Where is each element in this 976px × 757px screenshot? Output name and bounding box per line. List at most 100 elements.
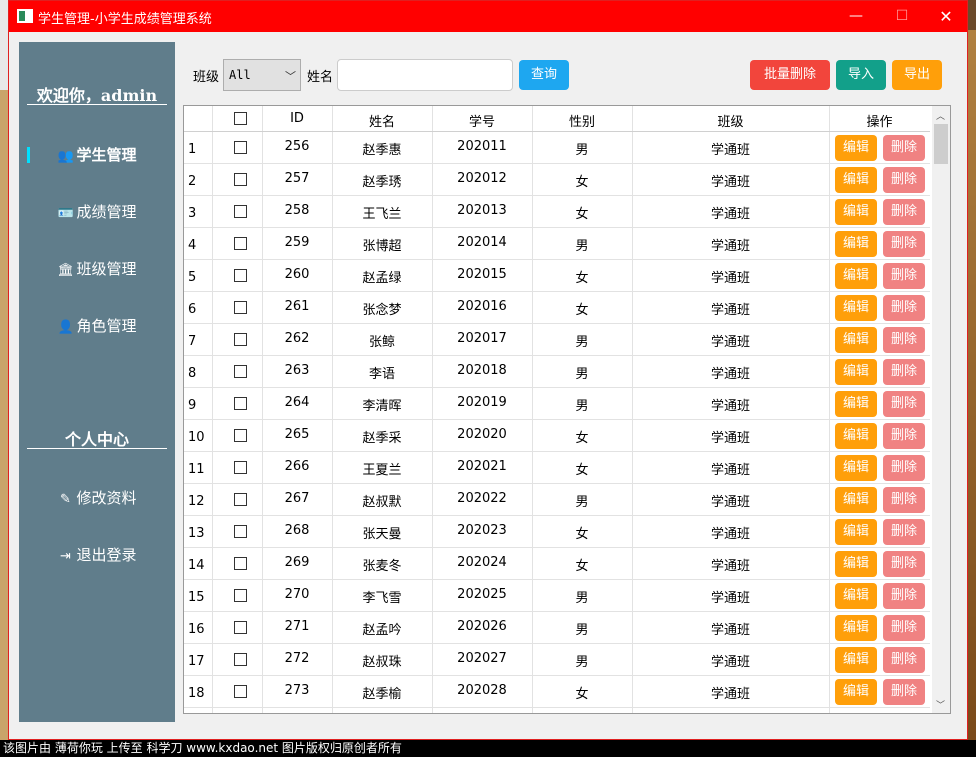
edit-button[interactable]: 编辑 bbox=[835, 423, 877, 449]
delete-button[interactable]: 删除 bbox=[883, 583, 925, 609]
select-all-checkbox[interactable] bbox=[234, 112, 247, 125]
edit-button[interactable]: 编辑 bbox=[835, 135, 877, 161]
sidebar-item-score-management[interactable]: 🪪 成绩管理 bbox=[19, 197, 175, 227]
edit-button[interactable]: 编辑 bbox=[835, 359, 877, 385]
delete-button[interactable]: 删除 bbox=[883, 231, 925, 257]
welcome-divider bbox=[27, 104, 167, 105]
vertical-scrollbar[interactable]: ︿ ﹀ bbox=[932, 106, 950, 713]
desktop-backdrop-left bbox=[0, 0, 8, 757]
sidebar-item-edit-profile[interactable]: ✎ 修改资料 bbox=[19, 483, 175, 513]
cell-gender: 男 bbox=[575, 495, 589, 510]
edit-button[interactable]: 编辑 bbox=[835, 231, 877, 257]
delete-button[interactable]: 删除 bbox=[883, 455, 925, 481]
edit-button[interactable]: 编辑 bbox=[835, 551, 877, 577]
cell-name: 张鲸 bbox=[368, 335, 395, 350]
class-select[interactable]: All ﹀ bbox=[223, 59, 301, 91]
edit-button[interactable]: 编辑 bbox=[835, 263, 877, 289]
cell-gender: 女 bbox=[575, 271, 589, 286]
row-checkbox[interactable] bbox=[234, 685, 247, 698]
name-input[interactable] bbox=[337, 59, 513, 91]
delete-button[interactable]: 删除 bbox=[883, 519, 925, 545]
row-checkbox[interactable] bbox=[234, 461, 247, 474]
edit-button[interactable]: 编辑 bbox=[835, 455, 877, 481]
row-number: 10 bbox=[188, 430, 205, 445]
cell-id: 256 bbox=[284, 139, 310, 154]
edit-button[interactable]: 编辑 bbox=[835, 615, 877, 641]
edit-button[interactable]: 编辑 bbox=[835, 647, 877, 673]
cell-number: 202023 bbox=[457, 523, 507, 538]
row-checkbox[interactable] bbox=[234, 301, 247, 314]
import-button[interactable]: 导入 bbox=[836, 60, 886, 90]
edit-button[interactable]: 编辑 bbox=[835, 327, 877, 353]
edit-button[interactable]: 编辑 bbox=[835, 583, 877, 609]
row-checkbox[interactable] bbox=[234, 141, 247, 154]
cell-id: 263 bbox=[284, 363, 310, 378]
cell-gender: 男 bbox=[575, 399, 589, 414]
delete-button[interactable]: 删除 bbox=[883, 615, 925, 641]
sidebar-item-logout[interactable]: ⇥ 退出登录 bbox=[19, 540, 175, 570]
row-checkbox[interactable] bbox=[234, 237, 247, 250]
row-checkbox[interactable] bbox=[234, 365, 247, 378]
delete-button[interactable]: 删除 bbox=[883, 391, 925, 417]
row-checkbox[interactable] bbox=[234, 173, 247, 186]
edit-button[interactable]: 编辑 bbox=[835, 519, 877, 545]
delete-button[interactable]: 删除 bbox=[883, 551, 925, 577]
cell-id: 271 bbox=[284, 619, 310, 634]
delete-button[interactable]: 删除 bbox=[883, 167, 925, 193]
sidebar-item-label: 学生管理 bbox=[76, 146, 137, 164]
row-checkbox[interactable] bbox=[234, 429, 247, 442]
delete-button[interactable]: 删除 bbox=[883, 135, 925, 161]
scroll-up-icon[interactable]: ︿ bbox=[936, 109, 945, 122]
sidebar-item-role-management[interactable]: 👤 角色管理 bbox=[19, 311, 175, 341]
minimize-button[interactable]: — bbox=[833, 1, 879, 32]
delete-button[interactable]: 删除 bbox=[883, 487, 925, 513]
sidebar-item-label: 班级管理 bbox=[76, 260, 137, 278]
row-checkbox[interactable] bbox=[234, 205, 247, 218]
edit-button[interactable]: 编辑 bbox=[835, 167, 877, 193]
cell-id: 269 bbox=[284, 555, 310, 570]
cell-class: 学通班 bbox=[710, 239, 750, 254]
edit-button[interactable]: 编辑 bbox=[835, 199, 877, 225]
cell-number: 202012 bbox=[457, 171, 507, 186]
delete-button[interactable]: 删除 bbox=[883, 679, 925, 705]
row-number: 18 bbox=[188, 686, 205, 701]
export-button[interactable]: 导出 bbox=[892, 60, 942, 90]
close-button[interactable]: ✕ bbox=[923, 1, 969, 32]
edit-button[interactable]: 编辑 bbox=[835, 487, 877, 513]
maximize-button[interactable]: ☐ bbox=[879, 1, 925, 32]
row-checkbox[interactable] bbox=[234, 493, 247, 506]
row-checkbox[interactable] bbox=[234, 653, 247, 666]
row-checkbox[interactable] bbox=[234, 557, 247, 570]
sidebar-item-student-management[interactable]: 👥 学生管理 bbox=[19, 140, 175, 170]
edit-button[interactable]: 编辑 bbox=[835, 295, 877, 321]
scroll-down-icon[interactable]: ﹀ bbox=[936, 698, 945, 711]
row-checkbox[interactable] bbox=[234, 621, 247, 634]
row-checkbox[interactable] bbox=[234, 589, 247, 602]
delete-button[interactable]: 删除 bbox=[883, 263, 925, 289]
edit-button[interactable]: 编辑 bbox=[835, 679, 877, 705]
title-bar[interactable]: 学生管理-小学生成绩管理系统 — ☐ ✕ bbox=[9, 1, 967, 32]
delete-button[interactable]: 删除 bbox=[883, 295, 925, 321]
row-checkbox[interactable] bbox=[234, 397, 247, 410]
row-number: 16 bbox=[188, 622, 205, 637]
cell-class: 学通班 bbox=[710, 431, 750, 446]
sidebar-item-class-management[interactable]: 🏛 班级管理 bbox=[19, 254, 175, 284]
row-checkbox[interactable] bbox=[234, 525, 247, 538]
table-row: 12 267 赵叔默 202022 男 学通班 编辑 删除 bbox=[184, 484, 930, 516]
batch-delete-button[interactable]: 批量删除 bbox=[750, 60, 830, 90]
delete-button[interactable]: 删除 bbox=[883, 423, 925, 449]
desktop-backdrop-right bbox=[968, 30, 976, 740]
row-checkbox[interactable] bbox=[234, 333, 247, 346]
delete-button[interactable]: 删除 bbox=[883, 327, 925, 353]
delete-button[interactable]: 删除 bbox=[883, 647, 925, 673]
delete-button[interactable]: 删除 bbox=[883, 199, 925, 225]
scroll-thumb[interactable] bbox=[934, 124, 948, 164]
row-checkbox[interactable] bbox=[234, 269, 247, 282]
cell-name: 张麦冬 bbox=[362, 559, 402, 574]
cell-id: 261 bbox=[284, 299, 310, 314]
sidebar-item-label: 成绩管理 bbox=[76, 203, 137, 221]
query-button[interactable]: 查询 bbox=[519, 60, 569, 90]
delete-button[interactable]: 删除 bbox=[883, 359, 925, 385]
cell-name: 赵季琇 bbox=[362, 175, 402, 190]
edit-button[interactable]: 编辑 bbox=[835, 391, 877, 417]
